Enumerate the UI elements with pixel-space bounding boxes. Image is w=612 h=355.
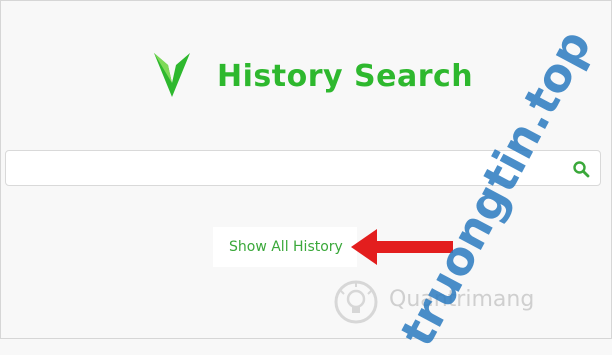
search-icon[interactable]	[572, 160, 590, 178]
red-arrow-icon	[351, 229, 453, 265]
search-box	[5, 150, 601, 186]
lightbulb-icon	[334, 280, 378, 324]
watermark-text: Quantrimang	[389, 287, 535, 312]
check-v-icon	[154, 53, 190, 97]
page-title: History Search	[217, 59, 474, 94]
app-window: History Search Show All History Quantrim…	[0, 0, 612, 355]
watermark: Quantrimang	[331, 269, 561, 331]
search-input[interactable]	[12, 155, 566, 183]
show-all-history-label: Show All History	[229, 239, 343, 255]
show-all-history-button[interactable]: Show All History	[213, 227, 357, 267]
